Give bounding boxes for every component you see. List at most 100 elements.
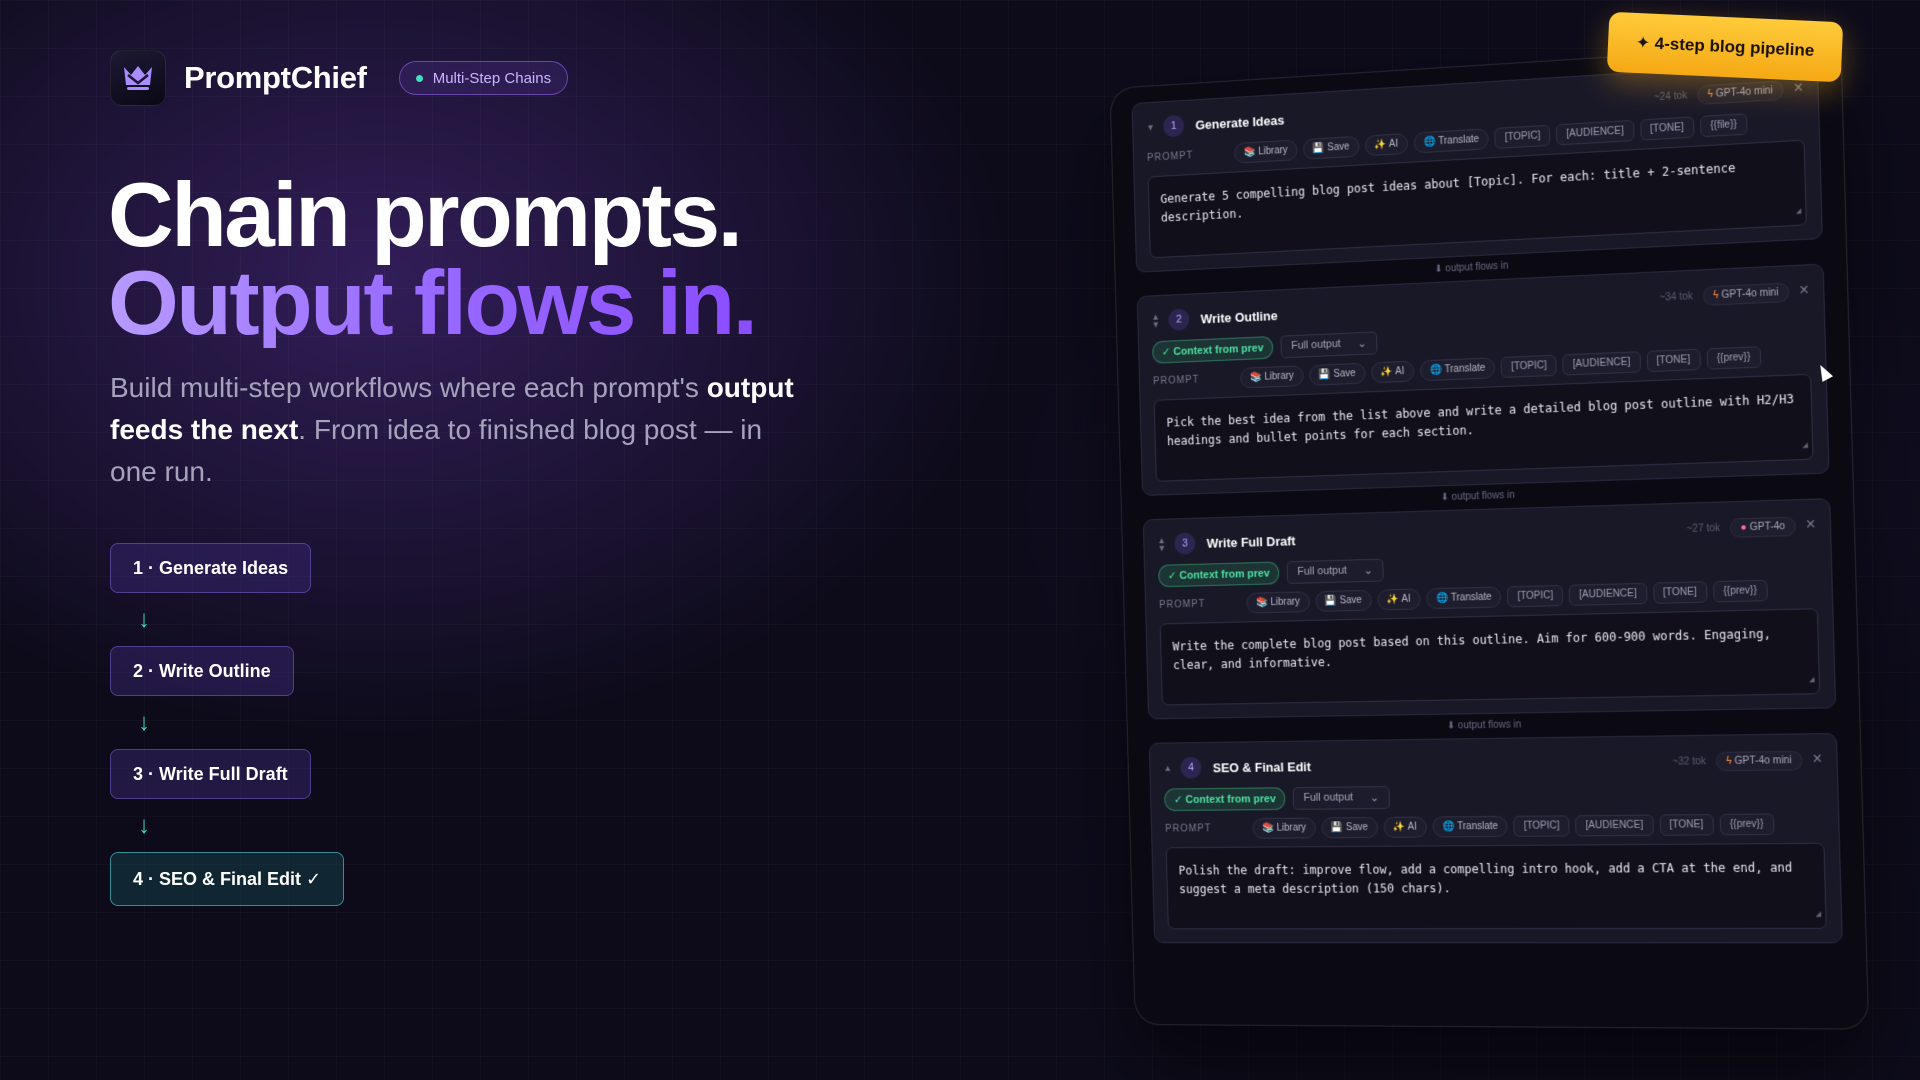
chevron-down-icon: ⌄ [1369, 792, 1380, 805]
close-icon[interactable]: × [1812, 751, 1822, 770]
save-icon: 💾 [1324, 595, 1338, 607]
library-button[interactable]: 📚 Library [1240, 365, 1304, 389]
resize-handle-icon[interactable]: ◢ [1802, 436, 1808, 456]
translate-button[interactable]: 🌐 Translate [1419, 357, 1496, 382]
variable-chip[interactable]: [TONE] [1639, 116, 1695, 141]
translate-button[interactable]: 🌐 Translate [1432, 815, 1509, 838]
variable-chip[interactable]: {{prev}} [1719, 813, 1775, 836]
status-dot-icon [415, 74, 423, 82]
model-name: GPT-4o mini [1721, 286, 1779, 301]
prompt-text: Generate 5 compelling blog post ideas ab… [1160, 160, 1736, 225]
variable-chip[interactable]: [TONE] [1659, 814, 1714, 836]
library-icon: 📚 [1255, 597, 1269, 609]
down-arrow-icon: ↓ [138, 811, 150, 839]
model-icon: ϟ [1713, 289, 1719, 301]
library-button[interactable]: 📚 Library [1246, 591, 1310, 614]
ai-button[interactable]: ✨ AI [1370, 360, 1415, 384]
variable-chip[interactable]: [TONE] [1652, 581, 1708, 604]
translate-label: Translate [1450, 591, 1492, 604]
translate-button[interactable]: 🌐 Translate [1426, 586, 1502, 610]
variable-chip[interactable]: [TOPIC] [1494, 124, 1551, 149]
ai-icon: ✨ [1386, 594, 1400, 606]
pipeline-steps: 1 · Generate Ideas ↓ 2 · Write Outline ↓… [110, 543, 345, 906]
ai-button[interactable]: ✨ AI [1377, 588, 1421, 611]
context-toggle[interactable]: ✓ Context from prev [1152, 336, 1274, 364]
model-icon: ϟ [1707, 88, 1714, 100]
context-mode-select[interactable]: Full output ⌄ [1280, 331, 1378, 359]
step-seo-final-edit[interactable]: 4 · SEO & Final Edit ✓ [110, 852, 345, 906]
prompt-textarea[interactable]: Pick the best idea from the list above a… [1153, 373, 1814, 482]
context-mode-select[interactable]: Full output ⌄ [1292, 786, 1391, 810]
variable-chip[interactable]: [TOPIC] [1507, 584, 1564, 608]
hero-subtitle: Build multi-step workflows where each pr… [110, 367, 810, 493]
resize-handle-icon[interactable]: ◢ [1796, 202, 1802, 222]
context-mode-value: Full output [1291, 337, 1341, 352]
resize-handle-icon[interactable]: ◢ [1809, 671, 1815, 691]
chevron-down-icon: ⌄ [1363, 564, 1373, 578]
reorder-handle-icon[interactable]: ▲ ▼ [1151, 312, 1168, 330]
step-number: 3 [1174, 532, 1196, 555]
prompt-textarea[interactable]: Write the complete blog post based on th… [1159, 608, 1821, 706]
save-icon: 💾 [1312, 142, 1325, 155]
brand-header: PromptChief Multi-Step Chains [110, 50, 569, 106]
translate-icon: 🌐 [1442, 821, 1455, 833]
resize-handle-icon[interactable]: ◢ [1815, 905, 1821, 924]
translate-icon: 🌐 [1429, 364, 1443, 376]
hero-heading: Chain prompts. Output flows in. [108, 170, 758, 349]
translate-button[interactable]: 🌐 Translate [1413, 128, 1490, 154]
model-name: GPT-4o mini [1715, 84, 1773, 100]
translate-label: Translate [1444, 362, 1486, 376]
context-mode-select[interactable]: Full output ⌄ [1286, 558, 1384, 584]
pipeline-badge: ✦ 4-step blog pipeline [1606, 11, 1844, 83]
save-button[interactable]: 💾 Save [1308, 362, 1366, 386]
prompt-text: Polish the draft: improve flow, add a co… [1178, 860, 1793, 897]
prompt-textarea[interactable]: Polish the draft: improve flow, add a co… [1165, 842, 1827, 930]
variable-chip[interactable]: [TONE] [1646, 348, 1701, 373]
variable-chip[interactable]: {{file}} [1699, 113, 1748, 138]
ai-icon: ✨ [1380, 366, 1394, 378]
model-name: GPT-4o mini [1734, 754, 1792, 767]
brand-name: PromptChief [184, 60, 367, 95]
step-write-full-draft[interactable]: 3 · Write Full Draft [110, 749, 311, 799]
ai-button[interactable]: ✨ AI [1383, 816, 1427, 838]
variable-chip[interactable]: [TOPIC] [1513, 815, 1570, 837]
save-button[interactable]: 💾 Save [1321, 817, 1379, 839]
step-write-outline[interactable]: 2 · Write Outline [110, 646, 294, 696]
token-count: ~24 tok [1653, 89, 1688, 103]
collapse-icon[interactable]: ▼ [1146, 122, 1163, 132]
model-selector[interactable]: ϟ GPT-4o mini [1715, 750, 1803, 771]
model-name: GPT-4o [1749, 520, 1786, 533]
context-mode-value: Full output [1297, 564, 1348, 578]
variable-chip[interactable]: [AUDIENCE] [1568, 582, 1648, 606]
prompt-label: PROMPT [1146, 150, 1194, 164]
library-button[interactable]: 📚 Library [1233, 139, 1298, 164]
ai-button[interactable]: ✨ AI [1364, 132, 1409, 157]
close-icon[interactable]: × [1793, 79, 1803, 98]
model-selector[interactable]: ϟ GPT-4o mini [1697, 79, 1784, 105]
library-button[interactable]: 📚 Library [1252, 817, 1316, 839]
variable-chip[interactable]: [TOPIC] [1500, 354, 1558, 379]
model-selector[interactable]: ● GPT-4o [1730, 516, 1796, 538]
variable-chip[interactable]: [AUDIENCE] [1575, 814, 1654, 837]
model-selector[interactable]: ϟ GPT-4o mini [1702, 282, 1790, 306]
model-icon: ● [1740, 521, 1747, 533]
save-button[interactable]: 💾 Save [1302, 135, 1360, 160]
step-generate-ideas[interactable]: 1 · Generate Ideas [110, 543, 312, 593]
step-title: Write Outline [1200, 307, 1278, 326]
close-icon[interactable]: × [1805, 516, 1815, 535]
save-button[interactable]: 💾 Save [1315, 589, 1372, 612]
reorder-handle-icon[interactable]: ▲ [1163, 763, 1180, 773]
context-toggle[interactable]: ✓ Context from prev [1158, 561, 1280, 588]
variable-chip[interactable]: [AUDIENCE] [1562, 351, 1641, 376]
variable-chip[interactable]: [AUDIENCE] [1556, 119, 1635, 146]
save-label: Save [1345, 822, 1369, 834]
ai-label: AI [1401, 593, 1411, 605]
logo-icon [110, 50, 166, 106]
close-icon[interactable]: × [1799, 282, 1809, 301]
reorder-handle-icon[interactable]: ▲ ▼ [1157, 535, 1174, 553]
editor-frame: ▼ 1 Generate Ideas ~24 tok ϟ GPT-4o mini × PRO… [1109, 42, 1870, 1030]
prompt-label: PROMPT [1159, 598, 1206, 611]
context-toggle[interactable]: ✓ Context from prev [1164, 787, 1286, 812]
variable-chip[interactable]: {{prev}} [1706, 346, 1761, 370]
variable-chip[interactable]: {{prev}} [1712, 579, 1768, 603]
